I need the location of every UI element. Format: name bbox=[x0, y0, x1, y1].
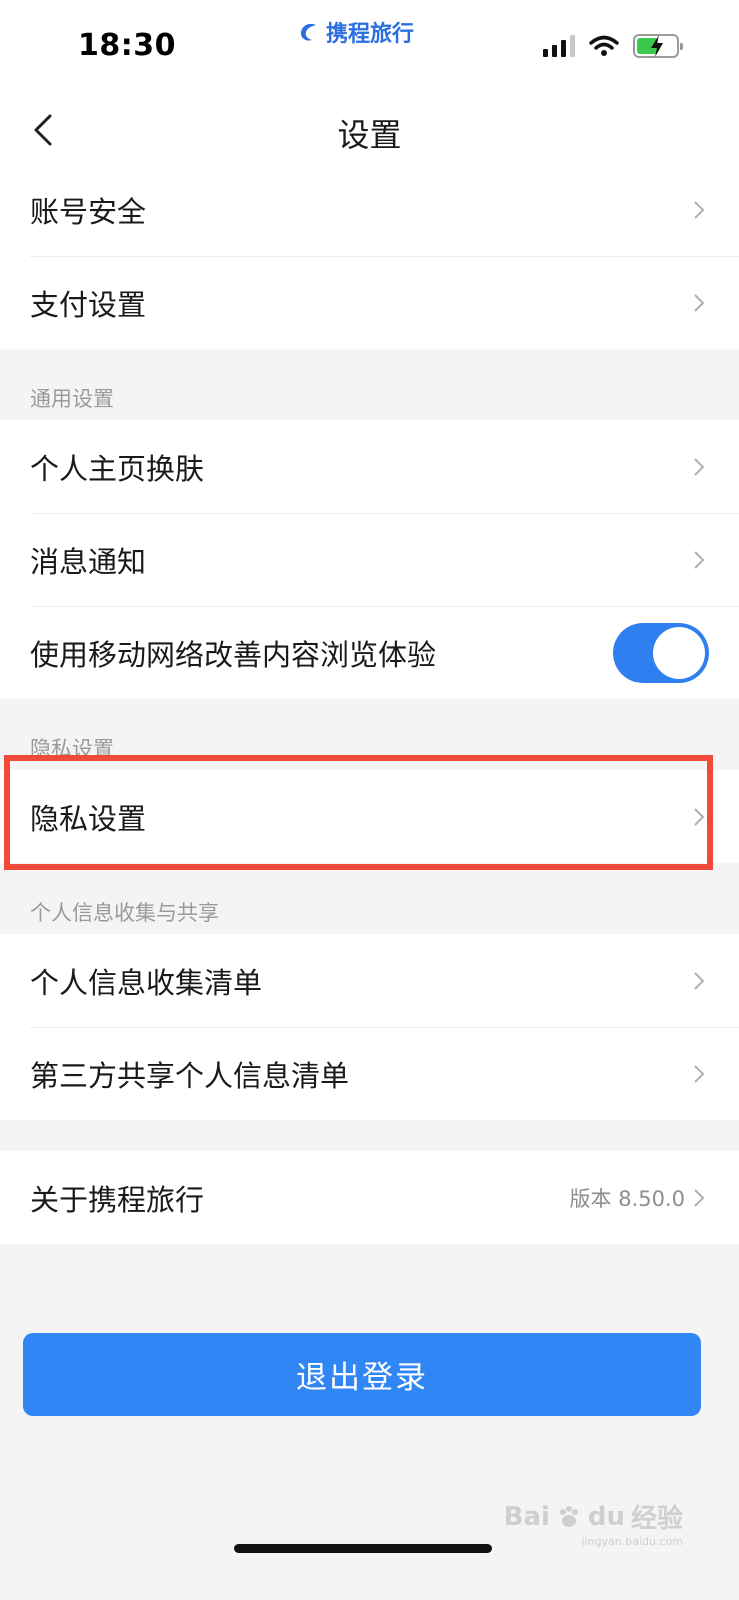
chevron-right-icon bbox=[694, 1188, 705, 1207]
toggle-knob bbox=[653, 626, 705, 679]
paw-icon bbox=[559, 1505, 578, 1527]
section-header-personal-info: 个人信息收集与共享 bbox=[30, 901, 219, 925]
row-label: 个人主页换肤 bbox=[30, 451, 205, 486]
ctrip-dolphin-icon bbox=[300, 23, 316, 41]
status-bar: 18:30 携程旅行 bbox=[0, 0, 739, 96]
row-label: 支付设置 bbox=[30, 287, 147, 322]
row-label: 隐私设置 bbox=[30, 801, 147, 836]
row-label: 消息通知 bbox=[30, 544, 147, 579]
row-label: 使用移动网络改善内容浏览体验 bbox=[30, 637, 437, 672]
row-label: 关于携程旅行 bbox=[30, 1182, 205, 1217]
wifi-icon bbox=[589, 35, 619, 56]
section-header-privacy: 隐私设置 bbox=[30, 737, 114, 761]
row-privacy-settings[interactable]: 隐私设置 bbox=[0, 770, 739, 863]
nav-bar: 设置 bbox=[0, 96, 739, 170]
baidu-watermark: Bai du 经验 bbox=[504, 1498, 683, 1535]
brand-name: 携程旅行 bbox=[326, 22, 415, 47]
section-header-general: 通用设置 bbox=[30, 387, 114, 411]
watermark-brand-2: du bbox=[587, 1501, 625, 1532]
chevron-right-icon bbox=[694, 971, 705, 990]
row-label: 第三方共享个人信息清单 bbox=[30, 1058, 350, 1093]
general-group: 个人主页换肤 消息通知 使用移动网络改善内容浏览体验 bbox=[0, 420, 739, 699]
page-title: 设置 bbox=[337, 116, 402, 154]
row-third-party-sharing-list[interactable]: 第三方共享个人信息清单 bbox=[0, 1027, 739, 1120]
chevron-right-icon bbox=[694, 457, 705, 476]
row-account-security[interactable]: 账号安全 bbox=[0, 163, 739, 256]
brand-banner: 携程旅行 bbox=[298, 16, 414, 48]
privacy-group: 隐私设置 bbox=[0, 770, 739, 863]
charging-bolt-icon bbox=[651, 35, 663, 57]
chevron-right-icon bbox=[694, 293, 705, 312]
row-label: 个人信息收集清单 bbox=[30, 965, 263, 1000]
chevron-right-icon bbox=[694, 807, 705, 826]
status-icons bbox=[543, 34, 683, 58]
chevron-right-icon bbox=[694, 200, 705, 219]
about-group: 关于携程旅行 版本 8.50.0 bbox=[0, 1151, 739, 1244]
row-personal-info-list[interactable]: 个人信息收集清单 bbox=[0, 934, 739, 1027]
mobile-network-toggle[interactable] bbox=[613, 622, 709, 683]
home-indicator bbox=[234, 1544, 492, 1553]
version-label: 版本 8.50.0 bbox=[569, 1186, 685, 1211]
watermark-sub-label: 经验 bbox=[630, 1504, 683, 1534]
status-time: 18:30 bbox=[78, 28, 176, 63]
row-payment-settings[interactable]: 支付设置 bbox=[0, 256, 739, 349]
watermark-brand: Bai bbox=[503, 1501, 550, 1532]
row-mobile-network-browsing: 使用移动网络改善内容浏览体验 bbox=[0, 606, 739, 699]
battery-icon bbox=[633, 34, 683, 58]
account-group: 账号安全 支付设置 bbox=[0, 163, 739, 349]
logout-button[interactable]: 退出登录 bbox=[23, 1333, 701, 1416]
personal-info-group: 个人信息收集清单 第三方共享个人信息清单 bbox=[0, 934, 739, 1120]
row-label: 账号安全 bbox=[30, 194, 147, 229]
row-about-ctrip[interactable]: 关于携程旅行 版本 8.50.0 bbox=[0, 1151, 739, 1244]
chevron-right-icon bbox=[694, 1064, 705, 1083]
watermark-url: jingyan.baidu.com bbox=[581, 1535, 683, 1548]
row-message-notifications[interactable]: 消息通知 bbox=[0, 513, 739, 606]
cellular-signal-icon bbox=[543, 35, 575, 57]
row-profile-skin[interactable]: 个人主页换肤 bbox=[0, 420, 739, 513]
chevron-right-icon bbox=[694, 550, 705, 569]
